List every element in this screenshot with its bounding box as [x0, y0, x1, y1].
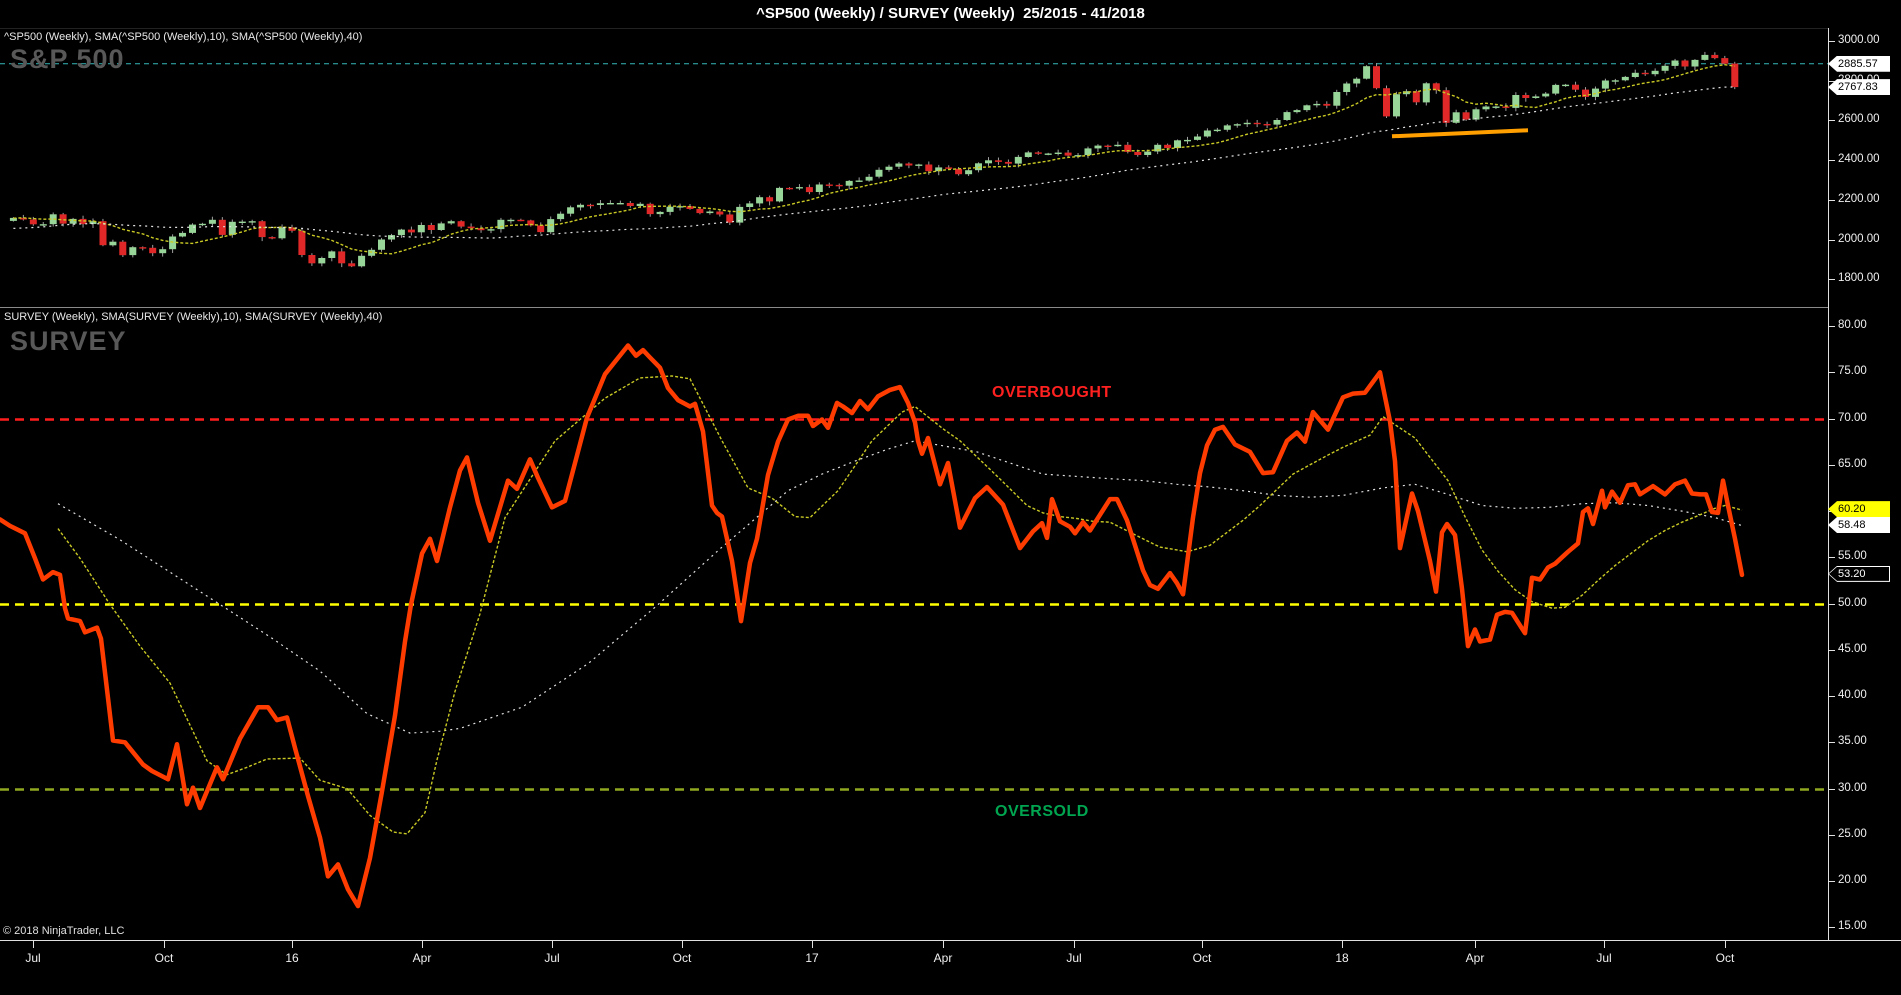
survey-pane-label: SURVEY (Weekly), SMA(SURVEY (Weekly),10)… — [4, 311, 383, 323]
x-axis-label-Jul: Jul — [544, 951, 560, 965]
sp500-plot[interactable] — [0, 28, 1828, 306]
x-axis-tick — [1604, 941, 1605, 948]
title-bar: ^SP500 (Weekly) / SURVEY (Weekly) 25/201… — [0, 0, 1901, 29]
x-axis-tick — [1342, 941, 1343, 948]
price-marker-2767.83: 2767.83 — [1828, 79, 1890, 96]
x-axis-tick — [682, 941, 683, 948]
x-axis-tick — [1202, 941, 1203, 948]
chart-title: ^SP500 (Weekly) / SURVEY (Weekly) 25/201… — [756, 5, 1145, 22]
x-axis-label-Apr: Apr — [1465, 951, 1485, 965]
time-axis[interactable]: Jul Oct 16 Apr Jul Oct 17 Apr Jul Oct 18 Apr Jul Oct — [0, 940, 1901, 995]
ninjatrader-chart-window: { "title": "^SP500 (Weekly) / SURVEY (We… — [0, 0, 1901, 995]
x-axis-tick — [812, 941, 813, 948]
price-marker-60.20: 60.20 — [1828, 501, 1890, 518]
x-axis-tick — [422, 941, 423, 948]
x-axis-label-Jul: Jul — [1596, 951, 1612, 965]
copyright-text: © 2018 NinjaTrader, LLC — [3, 925, 125, 937]
x-axis-label-17: 17 — [805, 951, 819, 965]
sp500-watermark: S&P 500 — [10, 44, 125, 74]
survey-pane[interactable]: SURVEY (Weekly), SMA(SURVEY (Weekly),10)… — [0, 307, 1828, 941]
x-axis-label-Jul: Jul — [1066, 951, 1082, 965]
x-axis-tick — [1074, 941, 1075, 948]
x-axis-label-Oct: Oct — [672, 951, 692, 965]
x-axis-tick — [164, 941, 165, 948]
x-axis-tick — [1725, 941, 1726, 948]
price-marker-2885.57: 2885.57 — [1828, 55, 1890, 72]
x-axis-label-16: 16 — [285, 951, 299, 965]
x-axis-label-Oct: Oct — [1715, 951, 1735, 965]
x-axis-label-Oct: Oct — [1192, 951, 1212, 965]
price-pane-label: ^SP500 (Weekly), SMA(^SP500 (Weekly),10)… — [4, 31, 363, 43]
x-axis-label-18: 18 — [1335, 951, 1349, 965]
x-axis-tick — [1475, 941, 1476, 948]
x-axis-label-Apr: Apr — [412, 951, 432, 965]
oversold-annotation: OVERSOLD — [995, 803, 1089, 820]
x-axis-tick — [292, 941, 293, 948]
survey-watermark: SURVEY — [10, 326, 127, 356]
price-marker-53.20: 53.20 — [1828, 565, 1890, 582]
overbought-annotation: OVERBOUGHT — [992, 384, 1112, 401]
x-axis-label-Jul: Jul — [25, 951, 41, 965]
x-axis-label-Apr: Apr — [933, 951, 953, 965]
price-axis[interactable]: 3000.002800.002600.002400.002200.002000.… — [1828, 28, 1901, 940]
price-marker-58.48: 58.48 — [1828, 517, 1890, 534]
x-axis-label-Oct: Oct — [154, 951, 174, 965]
price-pane[interactable]: ^SP500 (Weekly), SMA(^SP500 (Weekly),10)… — [0, 28, 1828, 306]
x-axis-tick — [943, 941, 944, 948]
survey-plot[interactable] — [0, 308, 1828, 941]
x-axis-tick — [552, 941, 553, 948]
x-axis-tick — [33, 941, 34, 948]
